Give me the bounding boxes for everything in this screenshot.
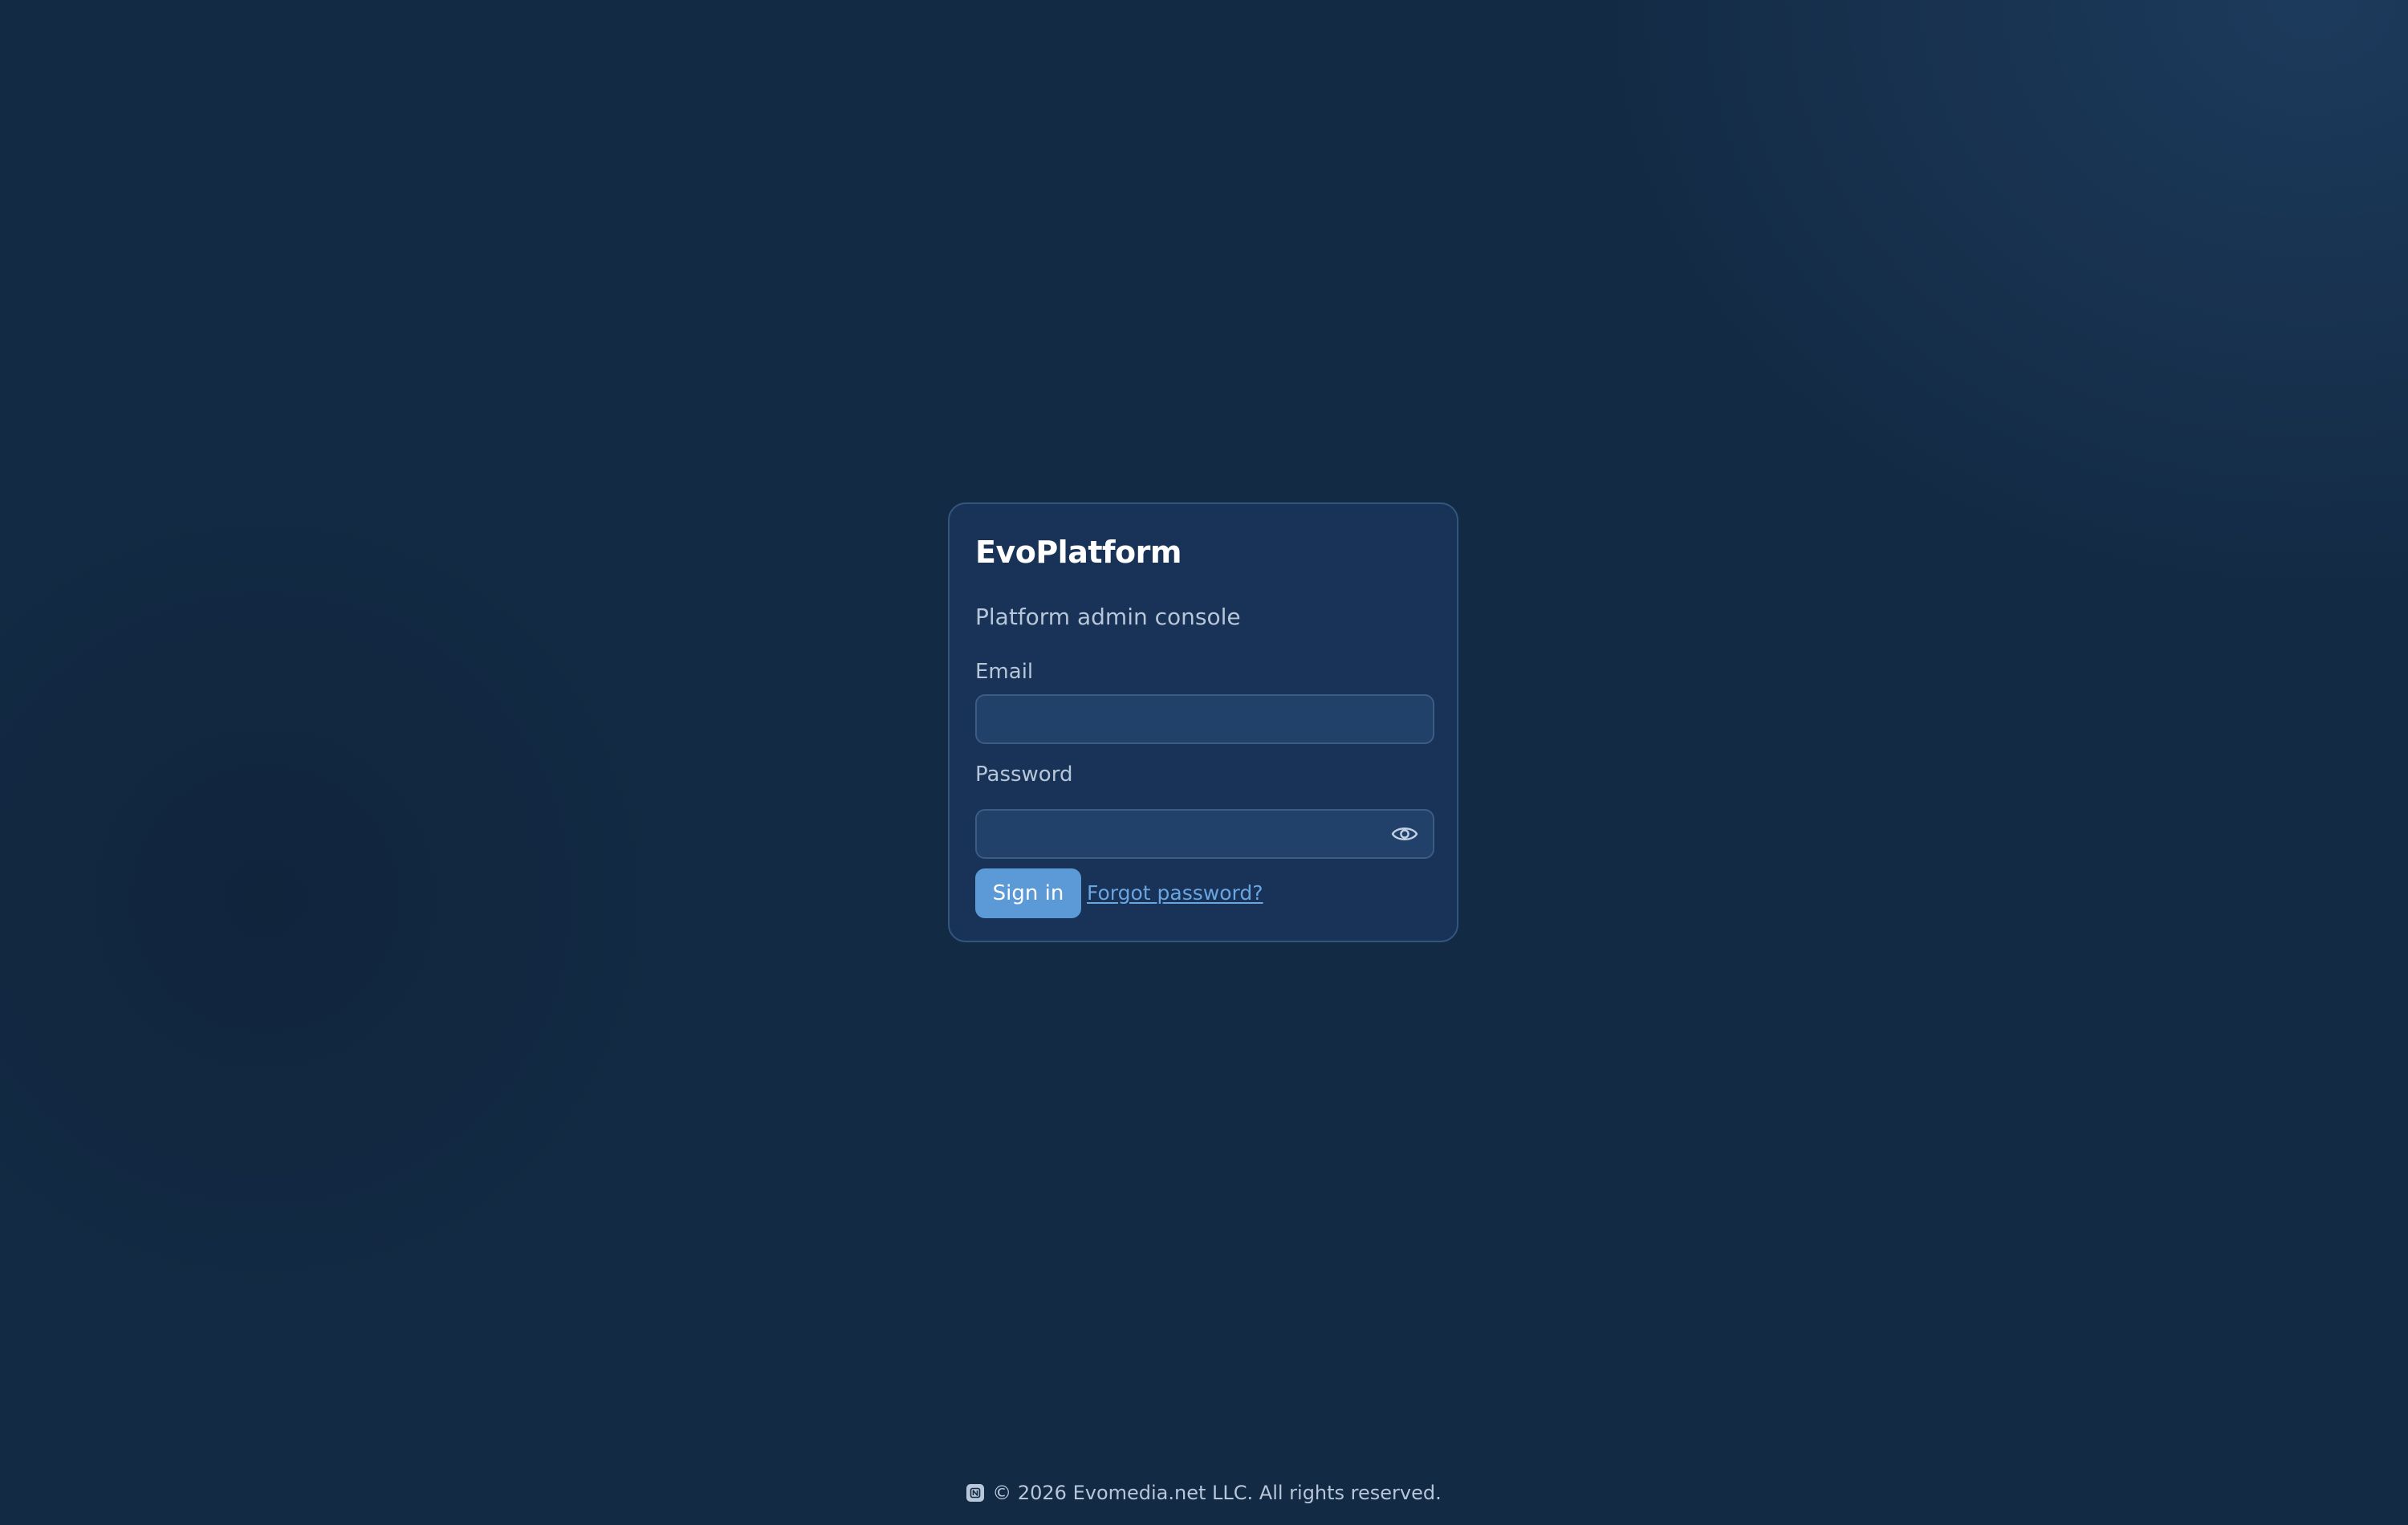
forgot-password-link[interactable]: Forgot password? <box>1087 881 1263 905</box>
eye-icon[interactable] <box>1391 822 1418 846</box>
password-label: Password <box>975 762 1073 787</box>
password-field-container <box>975 809 1434 859</box>
email-label: Email <box>975 660 1034 684</box>
sign-in-button[interactable]: Sign in <box>975 868 1081 918</box>
email-field-container <box>975 694 1434 744</box>
app-subtitle: Platform admin console <box>975 604 1241 630</box>
email-field[interactable] <box>977 696 1433 742</box>
footer: © 2026 Evomedia.net LLC. All rights rese… <box>0 1482 2408 1505</box>
copyright-text: © 2026 Evomedia.net LLC. All rights rese… <box>992 1482 1442 1504</box>
brand-logo-icon <box>966 1484 985 1503</box>
app-title: EvoPlatform <box>975 535 1182 570</box>
login-card: EvoPlatform Platform admin console Email… <box>948 502 1458 942</box>
password-field[interactable] <box>977 811 1433 857</box>
